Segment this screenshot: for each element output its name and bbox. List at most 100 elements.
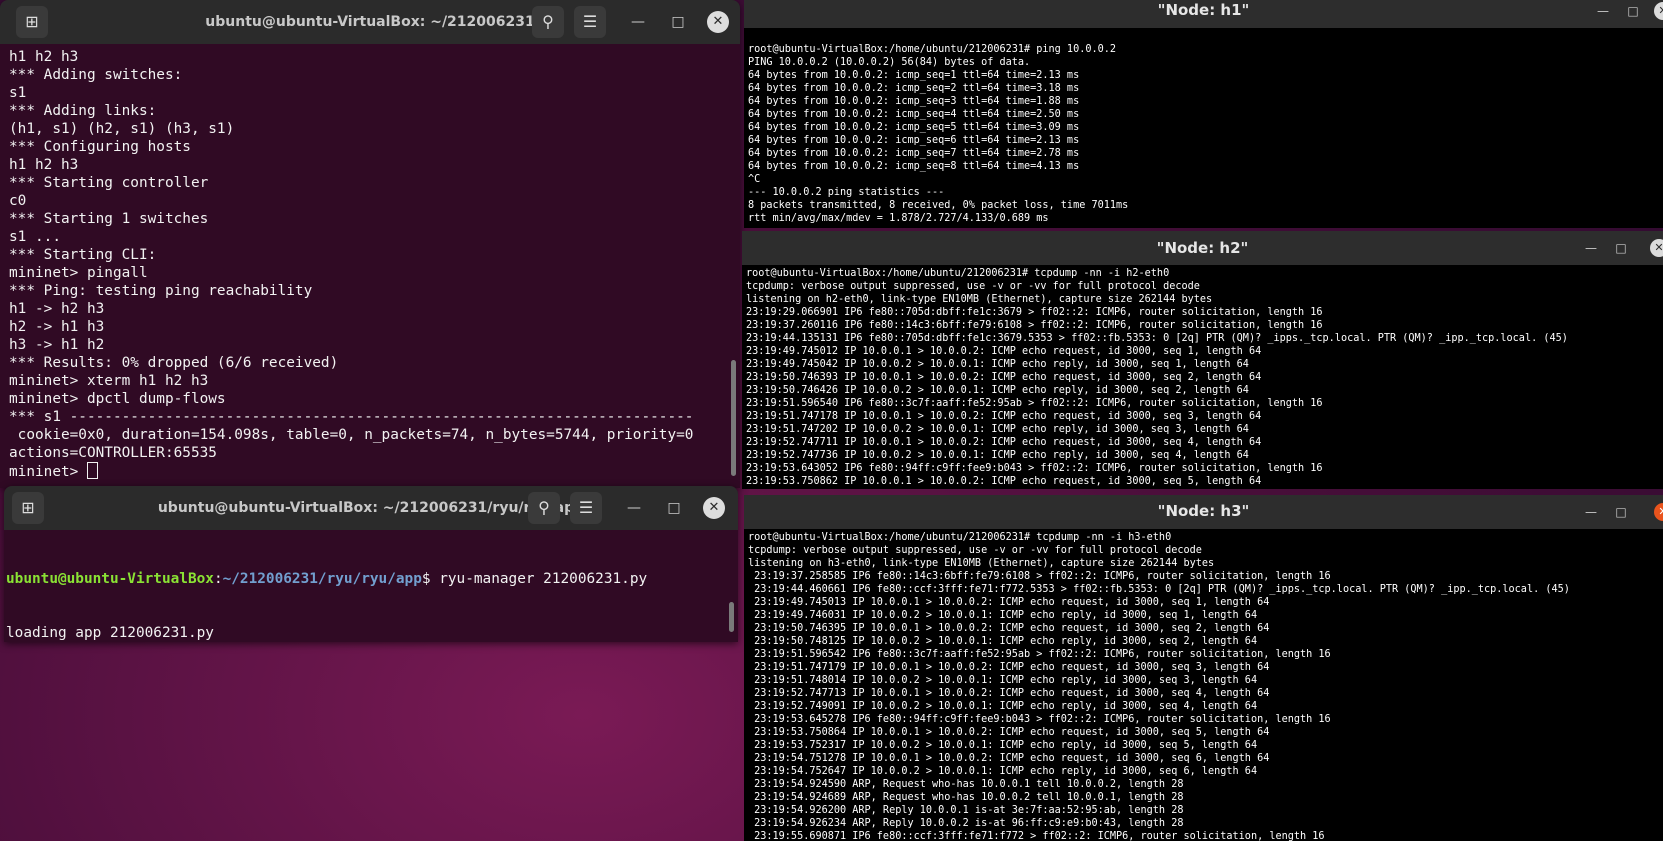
output-line: 23:19:52.747736 IP 10.0.0.2 > 10.0.0.1: … [746, 450, 1249, 461]
output-line: 64 bytes from 10.0.0.2: icmp_seq=3 ttl=6… [748, 96, 1080, 107]
menu-icon[interactable]: ☰ [574, 6, 606, 38]
output-line: ^C [748, 174, 761, 185]
output-line: *** Starting controller [9, 175, 209, 191]
output-line: 23:19:50.748125 IP 10.0.0.2 > 10.0.0.1: … [748, 636, 1258, 647]
output-line: 23:19:49.745042 IP 10.0.0.2 > 10.0.0.1: … [746, 359, 1249, 370]
output-line: s1 ... [9, 229, 61, 245]
window-title: "Node: h1" [1157, 1, 1250, 19]
scrollbar[interactable] [729, 602, 734, 632]
output-line: 23:19:29.066901 IP6 fe80::705d:dbff:fe1c… [746, 307, 1323, 318]
output-line: 23:19:51.747178 IP 10.0.0.1 > 10.0.0.2: … [746, 411, 1262, 422]
xterm-header[interactable]: "Node: h3" — □ ✕ [744, 495, 1663, 529]
terminal-header[interactable]: ⊞ ubuntu@ubuntu-VirtualBox: ~/212006231/… [4, 486, 738, 530]
output-line: 23:19:51.747179 IP 10.0.0.1 > 10.0.0.2: … [748, 662, 1270, 673]
output-line: 8 packets transmitted, 8 received, 0% pa… [748, 200, 1129, 211]
maximize-icon[interactable]: □ [1612, 503, 1630, 521]
output-line: 23:19:53.752317 IP 10.0.0.2 > 10.0.0.1: … [748, 740, 1258, 751]
scrollbar[interactable] [731, 360, 736, 476]
output-line: 23:19:54.924590 ARP, Request who-has 10.… [748, 779, 1184, 790]
terminal-window-ryu[interactable]: ⊞ ubuntu@ubuntu-VirtualBox: ~/212006231/… [4, 486, 738, 642]
output-line: 64 bytes from 10.0.0.2: icmp_seq=2 ttl=6… [748, 83, 1080, 94]
output-line: mininet> dpctl dump-flows [9, 391, 226, 407]
output-line: 23:19:44.135131 IP6 fe80::705d:dbff:fe1c… [746, 333, 1568, 344]
output-line: 23:19:51.596542 IP6 fe80::3c7f:aaff:fe52… [748, 649, 1331, 660]
output-line: 23:19:49.745012 IP 10.0.0.1 > 10.0.0.2: … [746, 346, 1262, 357]
output-line: 23:19:50.746395 IP 10.0.0.1 > 10.0.0.2: … [748, 623, 1270, 634]
output-line: 64 bytes from 10.0.0.2: icmp_seq=5 ttl=6… [748, 122, 1080, 133]
output-line: rtt min/avg/max/mdev = 1.878/2.727/4.133… [748, 213, 1049, 224]
terminal-window-mininet[interactable]: ⊞ ubuntu@ubuntu-VirtualBox: ~/212006231 … [0, 0, 740, 488]
output-line: *** Adding links: [9, 103, 157, 119]
minimize-icon[interactable]: — [1594, 2, 1612, 20]
output-line: 23:19:51.596540 IP6 fe80::3c7f:aaff:fe52… [746, 398, 1323, 409]
output-line: 23:19:54.751278 IP 10.0.0.1 > 10.0.0.2: … [748, 753, 1270, 764]
close-icon[interactable]: ✕ [703, 497, 725, 519]
close-icon[interactable]: ✕ [707, 11, 729, 33]
output-line: listening on h2-eth0, link-type EN10MB (… [746, 294, 1213, 305]
maximize-icon[interactable]: □ [663, 497, 685, 519]
output-line: 23:19:51.747202 IP 10.0.0.2 > 10.0.0.1: … [746, 424, 1249, 435]
xterm-window-h3[interactable]: "Node: h3" — □ ✕ root@ubuntu-VirtualBox:… [744, 495, 1663, 841]
close-icon[interactable]: ✕ [1650, 239, 1663, 257]
xterm-window-h1[interactable]: "Node: h1" — □ ✕ root@ubuntu-VirtualBox:… [744, 0, 1663, 228]
output-line: 23:19:50.746426 IP 10.0.0.2 > 10.0.0.1: … [746, 385, 1249, 396]
prompt-line: ubuntu@ubuntu-VirtualBox:~/212006231/ryu… [6, 570, 729, 588]
xterm-header[interactable]: "Node: h1" — □ ✕ [744, 0, 1663, 28]
prompt-path: ~/212006231/ryu/ryu/app [222, 571, 422, 587]
output-line: 23:19:49.746031 IP 10.0.0.2 > 10.0.0.1: … [748, 610, 1258, 621]
output-line: --- 10.0.0.2 ping statistics --- [748, 187, 945, 198]
minimize-icon[interactable]: — [623, 497, 645, 519]
output-line: *** Adding switches: [9, 67, 183, 83]
output-line: actions=CONTROLLER:65535 [9, 445, 217, 461]
output-line: 64 bytes from 10.0.0.2: icmp_seq=8 ttl=6… [748, 161, 1080, 172]
output-line: *** Results: 0% dropped (6/6 received) [9, 355, 339, 371]
minimize-icon[interactable]: — [1582, 239, 1600, 257]
output-line: c0 [9, 193, 27, 209]
output-line: 23:19:54.752647 IP 10.0.0.2 > 10.0.0.1: … [748, 766, 1258, 777]
output-line: h1 h2 h3 [9, 157, 79, 173]
output-line: tcpdump: verbose output suppressed, use … [746, 281, 1200, 292]
terminal-header[interactable]: ⊞ ubuntu@ubuntu-VirtualBox: ~/212006231 … [0, 0, 740, 44]
output-line: mininet> xterm h1 h2 h3 [9, 373, 209, 389]
terminal-output[interactable]: h1 h2 h3 *** Adding switches: s1 *** Adding… [0, 44, 740, 488]
xterm-header[interactable]: "Node: h2" — □ ✕ [742, 231, 1663, 265]
xterm-output[interactable]: root@ubuntu-VirtualBox:/home/ubuntu/2120… [744, 529, 1663, 841]
output-line: 64 bytes from 10.0.0.2: icmp_seq=7 ttl=6… [748, 148, 1080, 159]
prompt-separator: : [213, 571, 223, 587]
prompt-command: $ ryu-manager 212006231.py [421, 571, 648, 587]
text-cursor [86, 462, 98, 479]
output-line: h1 h2 h3 [9, 49, 79, 65]
output-line: 23:19:54.926200 ARP, Reply 10.0.0.1 is-a… [748, 805, 1184, 816]
output-line: h1 -> h2 h3 [9, 301, 105, 317]
output-line: 23:19:54.924689 ARP, Request who-has 10.… [748, 792, 1184, 803]
output-line: h3 -> h1 h2 [9, 337, 105, 353]
output-line: 23:19:55.690871 IP6 fe80::ccf:3fff:fe71:… [748, 831, 1325, 841]
maximize-icon[interactable]: □ [1624, 2, 1642, 20]
output-line: root@ubuntu-VirtualBox:/home/ubuntu/2120… [748, 44, 1117, 55]
output-line: (h1, s1) (h2, s1) (h3, s1) [9, 121, 235, 137]
xterm-output[interactable]: root@ubuntu-VirtualBox:/home/ubuntu/2120… [744, 28, 1663, 228]
output-line: PING 10.0.0.2 (10.0.0.2) 56(84) bytes of… [748, 57, 1031, 68]
output-line: 23:19:49.745013 IP 10.0.0.1 > 10.0.0.2: … [748, 597, 1270, 608]
maximize-icon[interactable]: □ [667, 11, 689, 33]
output-line: mininet> pingall [9, 265, 148, 281]
output-line: *** Starting 1 switches [9, 211, 209, 227]
output-line: tcpdump: verbose output suppressed, use … [748, 545, 1202, 556]
search-icon[interactable]: ⚲ [528, 492, 560, 524]
output-line: s1 [9, 85, 27, 101]
xterm-output[interactable]: root@ubuntu-VirtualBox:/home/ubuntu/2120… [742, 265, 1663, 489]
output-line: cookie=0x0, duration=154.098s, table=0, … [9, 427, 694, 443]
terminal-output[interactable]: ubuntu@ubuntu-VirtualBox:~/212006231/ryu… [4, 530, 738, 642]
minimize-icon[interactable]: — [627, 11, 649, 33]
output-line: 23:19:53.643052 IP6 fe80::94ff:c9ff:fee9… [746, 463, 1323, 474]
output-line: *** s1 ---------------------------------… [9, 409, 694, 425]
output-line: loading app 212006231.py [6, 625, 214, 641]
menu-icon[interactable]: ☰ [570, 492, 602, 524]
prompt-text: mininet> [9, 464, 87, 480]
maximize-icon[interactable]: □ [1612, 239, 1630, 257]
search-icon[interactable]: ⚲ [532, 6, 564, 38]
output-line: root@ubuntu-VirtualBox:/home/ubuntu/2120… [746, 268, 1170, 279]
window-title: "Node: h3" [1157, 502, 1250, 520]
minimize-icon[interactable]: — [1582, 503, 1600, 521]
xterm-window-h2[interactable]: "Node: h2" — □ ✕ root@ubuntu-VirtualBox:… [742, 231, 1663, 489]
